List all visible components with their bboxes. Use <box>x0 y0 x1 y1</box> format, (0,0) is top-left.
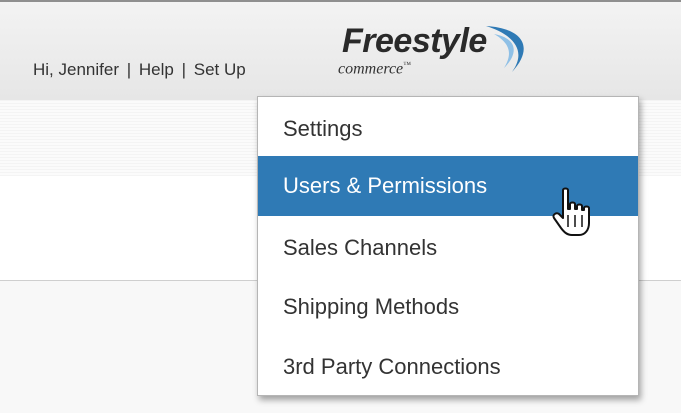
hand-pointer-icon <box>552 187 590 236</box>
nav-separator: | <box>126 60 132 79</box>
trademark-mark: ™ <box>403 60 411 69</box>
menu-item-shipping-methods[interactable]: Shipping Methods <box>258 277 638 337</box>
setup-link[interactable]: Set Up <box>194 60 246 80</box>
logo-wordmark: Freestyle <box>342 22 487 60</box>
user-nav: Hi, Jennifer | Help | Set Up <box>33 60 246 80</box>
nav-separator: | <box>181 60 186 79</box>
help-link[interactable]: Help <box>139 60 174 80</box>
greeting-text: Hi, Jennifer <box>33 60 119 79</box>
menu-item-3rd-party-connections[interactable]: 3rd Party Connections <box>258 337 638 397</box>
logo-subtitle: commerce™ <box>338 60 411 78</box>
menu-item-settings[interactable]: Settings <box>258 99 638 159</box>
logo-subtitle-text: commerce <box>338 60 404 78</box>
setup-dropdown-menu: Settings Users & Permissions Sales Chann… <box>257 96 639 396</box>
freestyle-commerce-logo: Freestyle commerce™ <box>336 20 546 90</box>
